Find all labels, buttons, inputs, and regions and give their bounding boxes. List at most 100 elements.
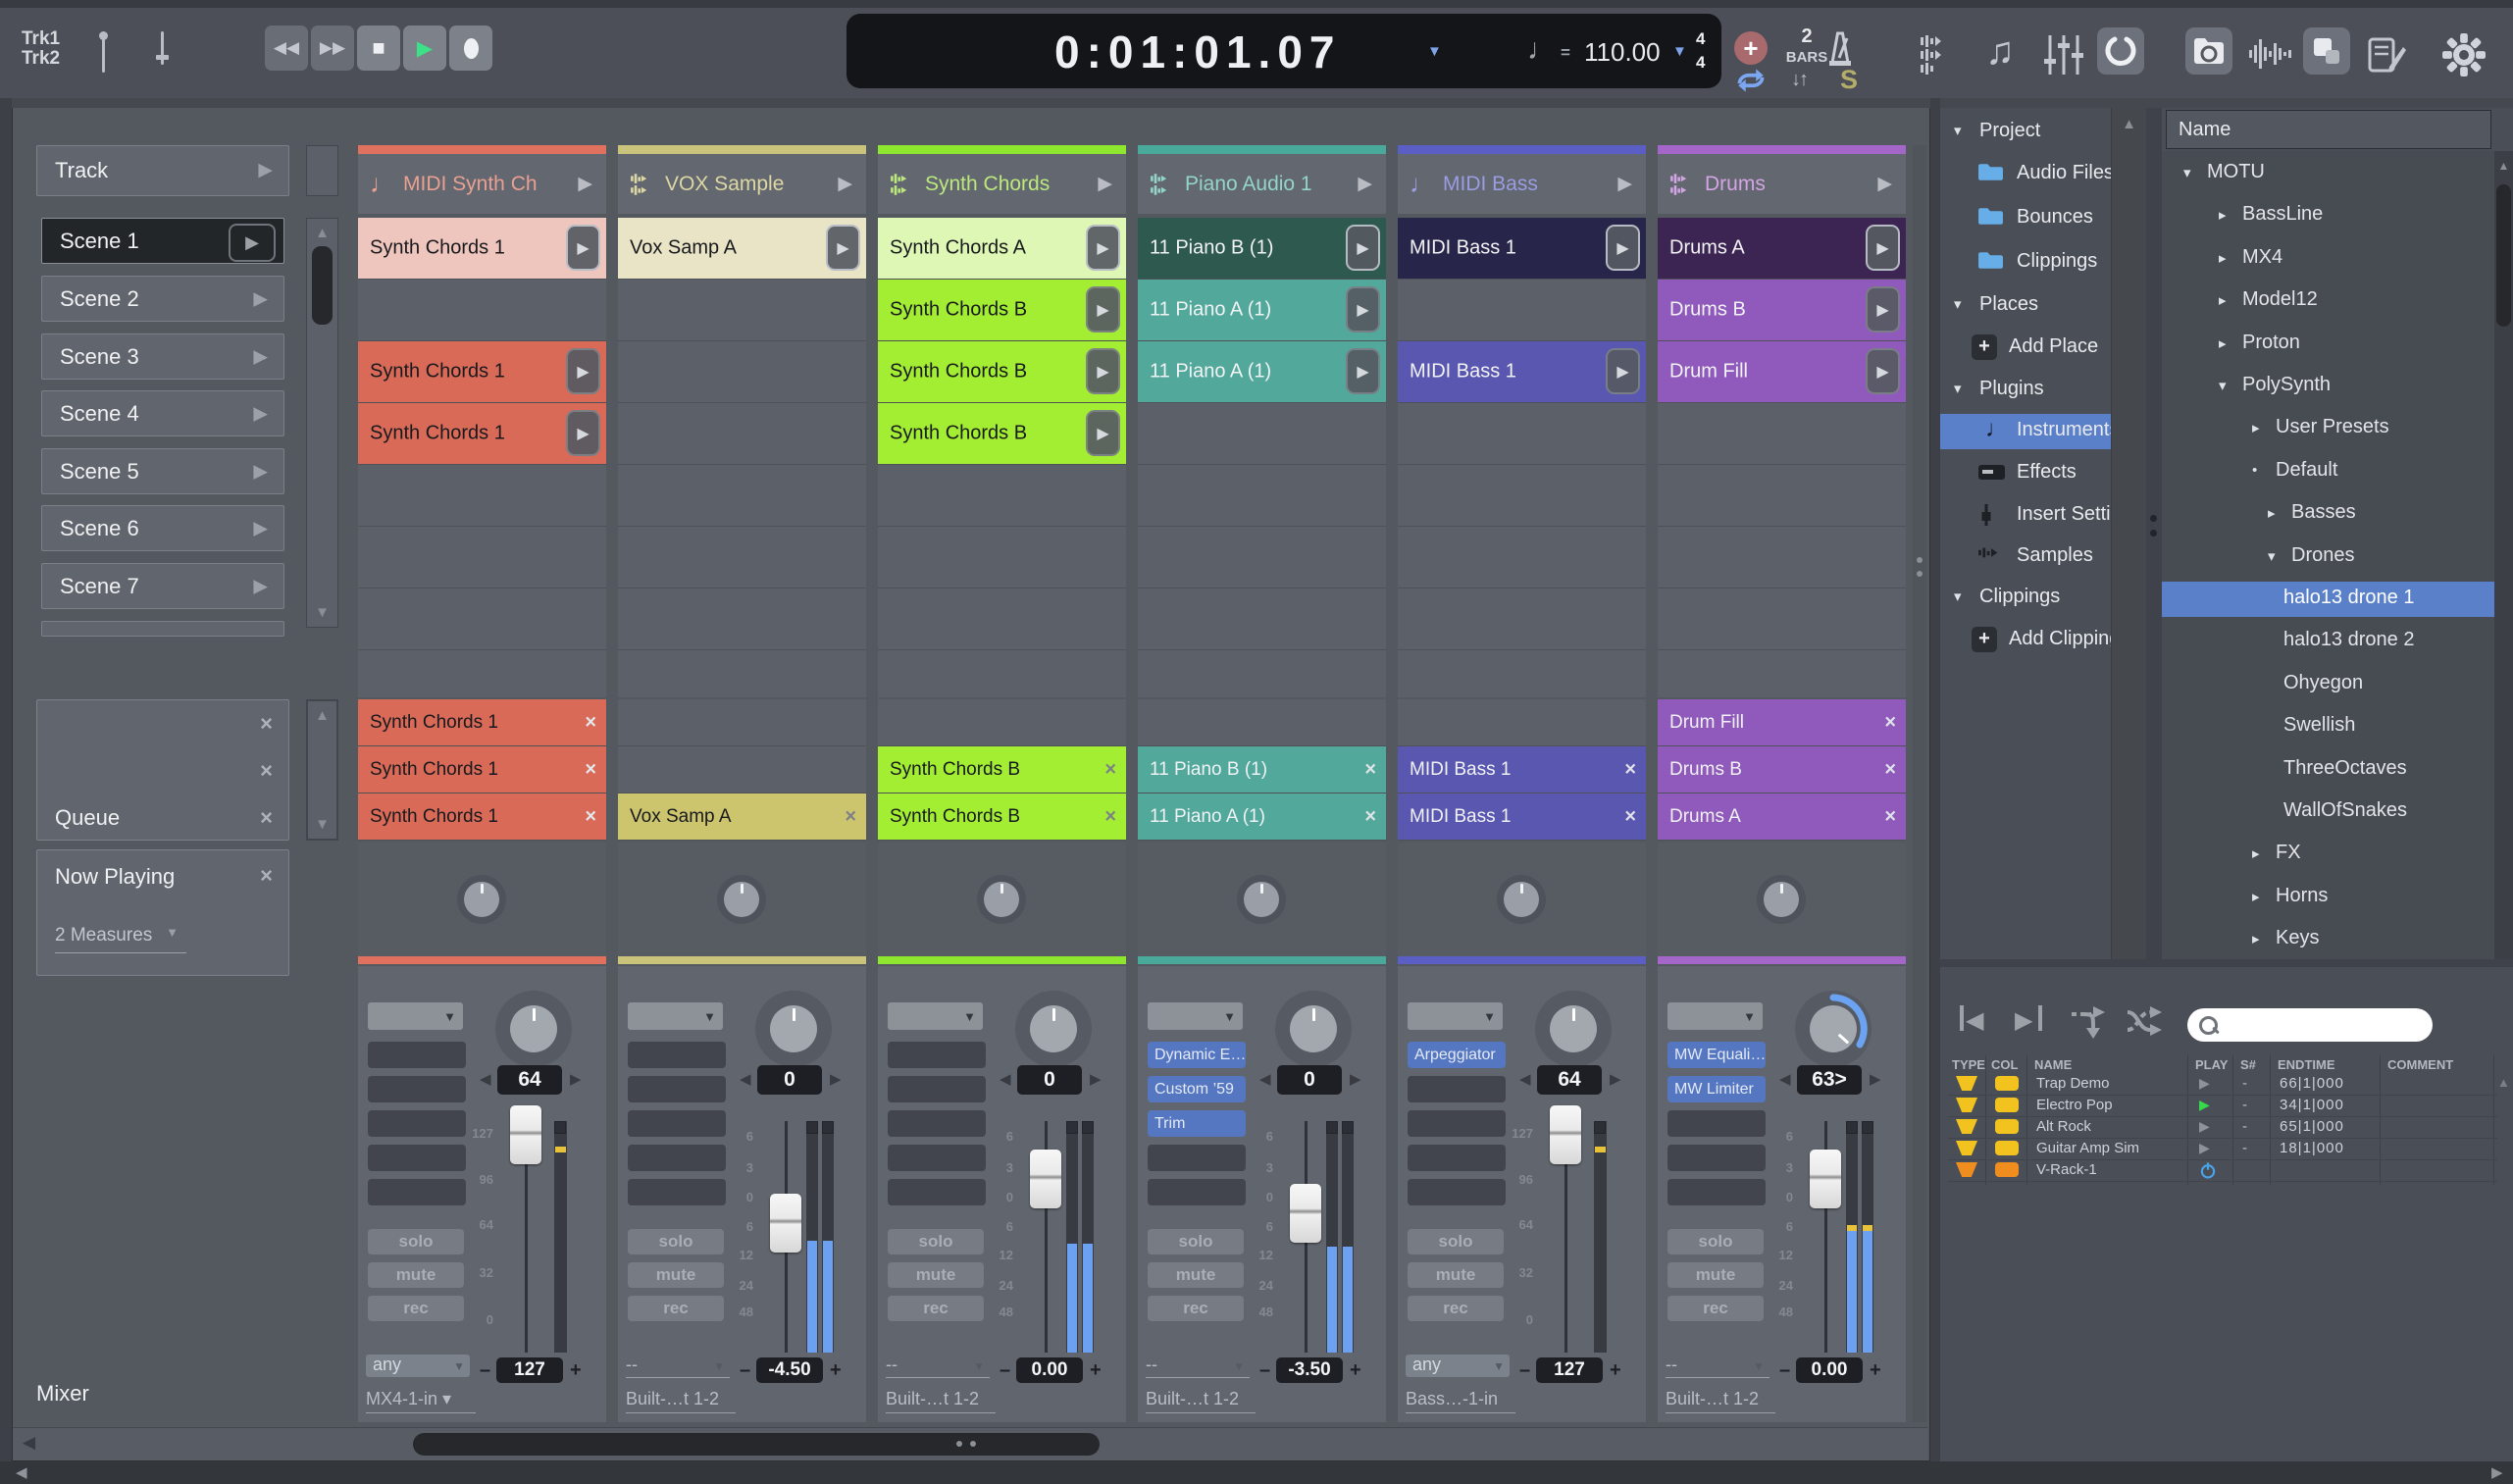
sidebar-item-plugins[interactable]: ▾Plugins	[1940, 373, 2111, 408]
sidebar-item-add-place[interactable]: +Add Place	[1940, 331, 2111, 366]
measure-selector[interactable]: 2 Measures▼	[55, 925, 186, 953]
browser-item-ohyegon[interactable]: Ohyegon	[2162, 667, 2494, 702]
solo-button[interactable]: solo	[628, 1229, 724, 1254]
pan-increment-icon[interactable]: ▶	[1610, 1070, 1621, 1088]
solo-button[interactable]: solo	[888, 1229, 984, 1254]
insert-slot-empty[interactable]	[1667, 1110, 1766, 1137]
queue-clear-icon[interactable]: ×	[260, 758, 273, 784]
queued-clip-remove-icon[interactable]: ×	[1624, 805, 1636, 828]
add-button[interactable]: +	[1734, 31, 1768, 65]
solo-button[interactable]: solo	[1408, 1229, 1504, 1254]
auto-advance-icon[interactable]	[2068, 1002, 2109, 1042]
solo-button[interactable]: solo	[1667, 1229, 1764, 1254]
hscroll-left-icon[interactable]: ◀	[23, 1433, 35, 1453]
clip-play-button[interactable]: ▶	[1606, 225, 1640, 271]
chunk-row-trap-demo[interactable]: Trap Demo▶-66|1|000	[1948, 1073, 2497, 1096]
insert-slot-empty[interactable]	[368, 1076, 466, 1102]
sidebar-item-audio-files[interactable]: Audio Files	[1940, 157, 2111, 192]
pan-knob[interactable]	[1810, 1005, 1857, 1052]
queued-clip-remove-icon[interactable]: ×	[1884, 758, 1896, 781]
browser-item-wallofsnakes[interactable]: WallOfSnakes	[2162, 794, 2494, 830]
track-play-icon[interactable]: ▶	[1877, 173, 1892, 195]
clip-cell[interactable]: Synth Chords 1▶	[358, 403, 606, 464]
sidebar-item-clippings[interactable]: ▾Clippings	[1940, 581, 2111, 616]
rec-button[interactable]: rec	[1408, 1296, 1504, 1321]
fader-handle[interactable]	[1290, 1184, 1321, 1243]
sidebar-item-clippings[interactable]: Clippings	[1940, 245, 2111, 281]
queued-clip[interactable]: Drums B×	[1658, 746, 1906, 793]
pan-increment-icon[interactable]: ▶	[1090, 1070, 1102, 1088]
queued-clip[interactable]: Synth Chords B×	[878, 793, 1126, 840]
sidebar-item-insert-settings[interactable]: Insert Settings	[1940, 498, 2111, 534]
track-play-icon[interactable]: ▶	[1098, 173, 1112, 195]
pan-value[interactable]: 0	[757, 1065, 822, 1095]
track-header[interactable]: ♩MIDI Synth Ch▶	[358, 154, 606, 214]
queued-clip[interactable]: Synth Chords 1×	[358, 746, 606, 793]
queue-clear-icon[interactable]: ×	[260, 805, 273, 831]
track-header[interactable]: Drums▶	[1658, 154, 1906, 214]
track-play-icon[interactable]: ▶	[578, 173, 592, 195]
patch-dropdown[interactable]: ▼	[368, 1002, 463, 1030]
insert-slot-empty[interactable]	[628, 1110, 726, 1137]
queued-clip[interactable]: Synth Chords B×	[878, 746, 1126, 793]
volume-decrement-icon[interactable]: –	[1519, 1359, 1530, 1382]
mute-button[interactable]: mute	[1408, 1262, 1504, 1288]
tree-scroll-up-icon[interactable]: ▲	[2112, 116, 2146, 132]
sidebar-item-effects[interactable]: Effects	[1940, 456, 2111, 491]
browser-item-polysynth[interactable]: ▾PolySynth	[2162, 369, 2494, 404]
chunk-row-guitar-amp-sim[interactable]: Guitar Amp Sim▶-18|1|000	[1948, 1138, 2497, 1160]
insert-slot-empty[interactable]	[368, 1110, 466, 1137]
volume-decrement-icon[interactable]: –	[480, 1359, 490, 1382]
collapsed-triangle-icon[interactable]: ▸	[2219, 334, 2227, 352]
collapse-triangle-icon[interactable]: ▾	[1954, 295, 1962, 313]
clip-play-button[interactable]: ▶	[566, 410, 600, 456]
volume-increment-icon[interactable]: +	[1870, 1359, 1881, 1382]
clip-cell[interactable]: 11 Piano B (1)▶	[1138, 218, 1386, 279]
insert-slot-empty[interactable]	[1667, 1145, 1766, 1171]
browser-name-header[interactable]: Name	[2166, 110, 2491, 149]
sidebar-item-project[interactable]: ▾Project	[1940, 115, 2111, 150]
track-header[interactable]: Synth Chords▶	[878, 154, 1126, 214]
queued-clip[interactable]: 11 Piano B (1)×	[1138, 746, 1386, 793]
patch-dropdown[interactable]: ▼	[1408, 1002, 1503, 1030]
browser-item-swellish[interactable]: Swellish	[2162, 709, 2494, 744]
queued-clip-remove-icon[interactable]: ×	[1364, 758, 1376, 781]
queued-clip[interactable]: MIDI Bass 1×	[1398, 793, 1646, 840]
chunk-play-icon[interactable]: ▶	[2199, 1075, 2210, 1092]
settings-gear-icon[interactable]	[2442, 33, 2486, 77]
insert-slot-plugin[interactable]: Arpeggiator	[1408, 1042, 1506, 1068]
clip-play-button[interactable]: ▶	[1086, 410, 1120, 456]
sidebar-item-bounces[interactable]: Bounces	[1940, 201, 2111, 236]
clip-cell[interactable]: Drums A▶	[1658, 218, 1906, 279]
scene-row-7[interactable]: Scene 7▶	[41, 563, 284, 609]
fader-indicator-icon[interactable]	[155, 29, 171, 75]
scene-scrollbar[interactable]: ▲ ▼	[306, 218, 338, 628]
stop-button[interactable]: ■	[357, 26, 400, 71]
queued-clip[interactable]: Synth Chords 1×	[358, 793, 606, 840]
insert-slot-empty[interactable]	[888, 1110, 986, 1137]
browser-item-mx4[interactable]: ▸MX4	[2162, 241, 2494, 277]
patch-dropdown[interactable]: ▼	[888, 1002, 983, 1030]
patch-dropdown[interactable]: ▼	[1148, 1002, 1243, 1030]
clip-cell[interactable]: Synth Chords 1▶	[358, 218, 606, 279]
insert-slot-empty[interactable]	[888, 1076, 986, 1102]
pan-knob[interactable]	[1030, 1005, 1077, 1052]
browser-item-user-presets[interactable]: ▸User Presets	[2162, 411, 2494, 446]
queued-clip-remove-icon[interactable]: ×	[1884, 805, 1896, 828]
browser-item-horns[interactable]: ▸Horns	[2162, 880, 2494, 915]
collapse-triangle-icon[interactable]: ▾	[1954, 380, 1962, 397]
bottom-left-arrow-icon[interactable]: ◀	[16, 1463, 27, 1481]
queued-clip[interactable]: 11 Piano A (1)×	[1138, 793, 1386, 840]
clip-cell[interactable]: Vox Samp A▶	[618, 218, 866, 279]
insert-slot-empty[interactable]	[888, 1042, 986, 1068]
scene-scroll-thumb[interactable]	[312, 246, 333, 325]
time-display[interactable]: 0:01:01.07 ▼ ♩ = 110.00 ▼ 4 4	[846, 14, 1721, 88]
browser-item-model12[interactable]: ▸Model12	[2162, 283, 2494, 319]
skip-to-start-icon[interactable]: ◀	[1960, 1000, 1999, 1040]
input-selector[interactable]: --▼	[886, 1355, 990, 1378]
pan-decrement-icon[interactable]: ◀	[1000, 1070, 1011, 1088]
pan-increment-icon[interactable]: ▶	[830, 1070, 842, 1088]
output-selector[interactable]: MX4-1-in ▾	[366, 1389, 476, 1413]
now-playing-clear-icon[interactable]: ×	[260, 863, 273, 889]
expanded-triangle-icon[interactable]: ▾	[2219, 377, 2227, 394]
